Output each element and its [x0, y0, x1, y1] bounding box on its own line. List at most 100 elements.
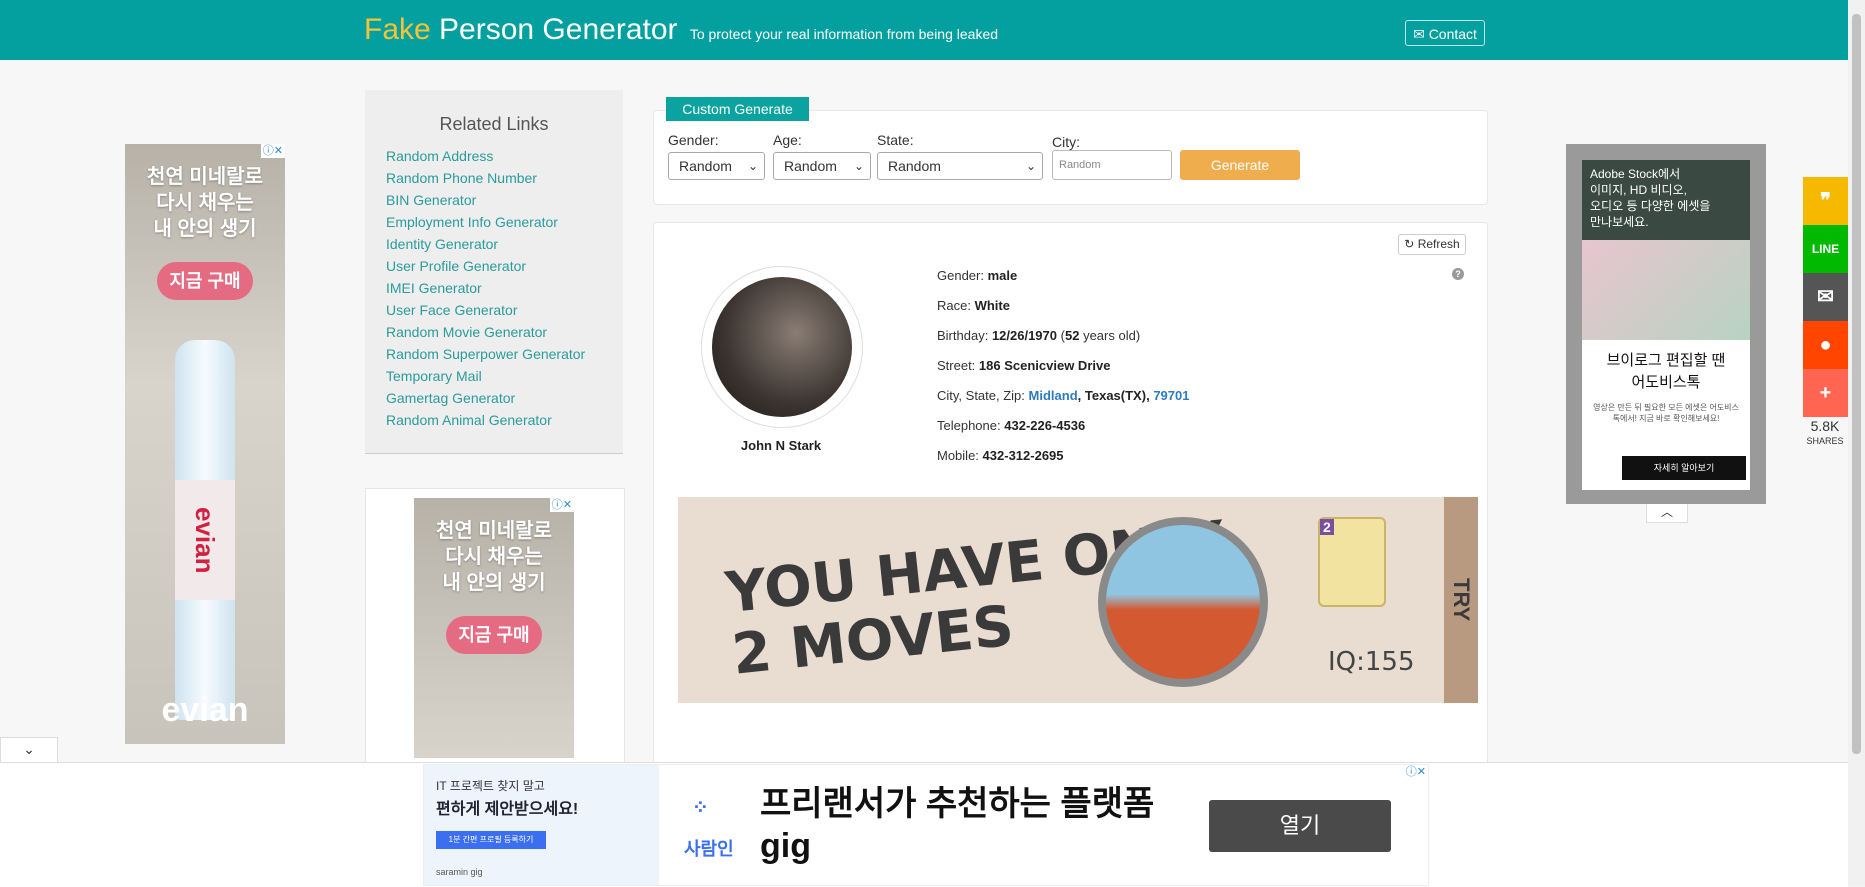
chevron-down-icon: ⌄ — [747, 159, 758, 173]
reddit-icon[interactable]: ● — [1803, 321, 1848, 369]
adchoices-icon[interactable]: ⓘ✕ — [1403, 765, 1428, 779]
saramin-line-2: 편하게 제안받으세요! — [436, 801, 579, 818]
evian-ad-sidebar[interactable]: ⓘ✕ 천연 미네랄로 다시 채우는 내 안의 생기 지금 구매 — [414, 498, 574, 758]
evian-logo: evian — [161, 691, 249, 729]
contact-label: Contact — [1428, 26, 1477, 42]
city-link[interactable]: Midland — [1029, 388, 1078, 403]
link-random-superpower[interactable]: Random Superpower Generator — [386, 343, 623, 365]
game-puzzle-image — [1098, 517, 1268, 687]
adobe-stock-ad-card[interactable]: Adobe Stock에서 이미지, HD 비디오, 오디오 등 다양한 에셋을… — [1582, 160, 1750, 490]
saramin-title-line-1: 프리랜서가 추천하는 플랫폼 — [760, 785, 1155, 823]
person-info: Gender: male Race: White Birthday: 12/26… — [937, 267, 1189, 477]
adobe-ad-subtitle: 영상은 만든 뒤 필요한 모든 에셋은 어도비스톡에서! 지금 바로 확인해보세… — [1593, 403, 1739, 423]
help-icon[interactable]: ? — [1452, 268, 1464, 280]
zip-link[interactable]: 79701 — [1153, 388, 1189, 403]
scrollbar-thumb[interactable] — [1852, 14, 1861, 754]
saramin-brand: saramin gig — [436, 867, 483, 877]
quote-icon[interactable]: ❞ — [1803, 177, 1848, 225]
link-temporary-mail[interactable]: Temporary Mail — [386, 365, 623, 387]
link-random-address[interactable]: Random Address — [386, 145, 623, 167]
link-identity-generator[interactable]: Identity Generator — [386, 233, 623, 255]
state-value: Texas(TX) — [1084, 388, 1147, 403]
custom-generate-tab[interactable]: Custom Generate — [666, 97, 809, 121]
birthday-label: Birthday: — [937, 328, 989, 343]
city-input[interactable]: Random — [1052, 150, 1172, 180]
link-user-face[interactable]: User Face Generator — [386, 299, 623, 321]
share-label: SHARES — [1806, 436, 1844, 446]
refresh-button[interactable]: ↻ Refresh — [1398, 234, 1466, 255]
ad-headline: 천연 미네랄로 다시 채우는 내 안의 생기 — [436, 520, 552, 594]
adobe-ad-button[interactable]: 자세히 알아보기 — [1622, 456, 1746, 480]
age-select[interactable]: Random ⌄ — [773, 152, 871, 180]
evian-ad-left[interactable]: ⓘ✕ 천연 미네랄로 다시 채우는 내 안의 생기 지금 구매 evian ev… — [125, 144, 285, 744]
link-bin-generator[interactable]: BIN Generator — [386, 189, 623, 211]
saramin-logo-icon: ⁘ — [692, 797, 709, 819]
saramin-title-line-2: gig — [760, 827, 811, 865]
adchoices-icon[interactable]: ⓘ✕ — [260, 144, 285, 158]
saramin-line-1: IT 프로젝트 찾지 말고 — [436, 779, 545, 793]
game-iq-text: IQ:155 — [1328, 647, 1415, 677]
brand-tagline: To protect your real information from be… — [689, 26, 999, 42]
adobe-ad-header: Adobe Stock에서 이미지, HD 비디오, 오디오 등 다양한 에셋을… — [1582, 160, 1750, 240]
chevron-up-icon[interactable]: ︿ — [1646, 504, 1688, 523]
link-user-profile[interactable]: User Profile Generator — [386, 255, 623, 277]
gender-label: Gender: — [937, 268, 984, 283]
link-employment-info[interactable]: Employment Info Generator — [386, 211, 623, 233]
saramin-title: 프리랜서가 추천하는 플랫폼 gig — [760, 783, 1154, 867]
street-label: Street: — [937, 358, 976, 373]
share-bar: ❞ LINE ✉ ● + — [1803, 177, 1848, 417]
race-label: Race: — [937, 298, 971, 313]
street-row: Street: 186 Scenicview Drive — [937, 357, 1189, 387]
chevron-down-icon: ⌄ — [853, 159, 864, 173]
generate-button[interactable]: Generate — [1180, 150, 1300, 180]
ad-buy-button[interactable]: 지금 구매 — [157, 262, 253, 300]
refresh-label: Refresh — [1417, 237, 1460, 251]
link-imei-generator[interactable]: IMEI Generator — [386, 277, 623, 299]
link-random-phone[interactable]: Random Phone Number — [386, 167, 623, 189]
refresh-icon: ↻ — [1404, 237, 1415, 251]
related-links-title: Related Links — [439, 114, 549, 134]
age-label: Age: — [773, 132, 802, 148]
city-state-zip-label: City, State, Zip: — [937, 388, 1025, 403]
saramin-bottom-ad[interactable]: ⓘ✕ IT 프로젝트 찾지 말고 편하게 제안받으세요! 1분 간편 프로필 등… — [423, 764, 1429, 886]
saramin-logo: 사람인 — [684, 839, 734, 859]
adobe-ad-image — [1582, 240, 1750, 340]
chevron-down-icon[interactable]: ⌄ — [0, 737, 58, 762]
gender-value: male — [987, 268, 1018, 283]
email-icon[interactable]: ✉ — [1803, 273, 1848, 321]
plus-icon[interactable]: + — [1803, 369, 1848, 417]
ad-headline: 천연 미네랄로 다시 채우는 내 안의 생기 — [147, 166, 263, 240]
chevron-down-icon: ⌄ — [1025, 159, 1036, 173]
saramin-profile-button[interactable]: 1분 간편 프로필 등록하기 — [436, 831, 546, 849]
saramin-ad-left: IT 프로젝트 찾지 말고 편하게 제안받으세요! 1분 간편 프로필 등록하기… — [424, 765, 659, 885]
city-placeholder: Random — [1059, 159, 1101, 171]
game-ad-banner[interactable]: ⓘ✕ YOU HAVE ONLY 2 MOVES 2 IQ:155 TRY — [678, 497, 1478, 703]
state-select-value: Random — [888, 158, 941, 174]
avatar — [712, 277, 852, 417]
adchoices-icon[interactable]: ⓘ✕ — [549, 498, 574, 512]
age-select-value: Random — [784, 158, 837, 174]
age-value: 52 — [1064, 328, 1080, 343]
game-card-number: 2 — [1320, 519, 1334, 535]
mobile-row: Mobile: 432-312-2695 — [937, 447, 1189, 477]
city-label: City: — [1052, 134, 1080, 150]
race-value: White — [974, 298, 1010, 313]
mobile-value: 432-312-2695 — [982, 448, 1064, 463]
ad-buy-button[interactable]: 지금 구매 — [446, 616, 542, 654]
link-random-animal[interactable]: Random Animal Generator — [386, 409, 623, 431]
gender-select[interactable]: Random ⌄ — [668, 152, 765, 180]
city-state-zip-row: City, State, Zip: Midland, Texas(TX), 79… — [937, 388, 1190, 403]
age-suffix: years old) — [1083, 328, 1141, 343]
state-select[interactable]: Random ⌄ — [877, 152, 1043, 180]
line-icon[interactable]: LINE — [1803, 225, 1848, 273]
saramin-open-button[interactable]: 열기 — [1209, 800, 1391, 852]
telephone-row: Telephone: 432-226-4536 — [937, 417, 1189, 447]
birthday-value: 12/26/1970 — [991, 328, 1058, 343]
game-try-label[interactable]: TRY — [1444, 497, 1478, 703]
gender-label: Gender: — [668, 132, 719, 148]
link-random-movie[interactable]: Random Movie Generator — [386, 321, 623, 343]
contact-button[interactable]: ✉ Contact — [1405, 20, 1485, 46]
adobe-ad-title: 브이로그 편집할 땐 어도비스톡 — [1606, 352, 1726, 391]
link-gamertag[interactable]: Gamertag Generator — [386, 387, 623, 409]
site-logo[interactable]: Fake Person Generator To protect your re… — [364, 14, 998, 50]
